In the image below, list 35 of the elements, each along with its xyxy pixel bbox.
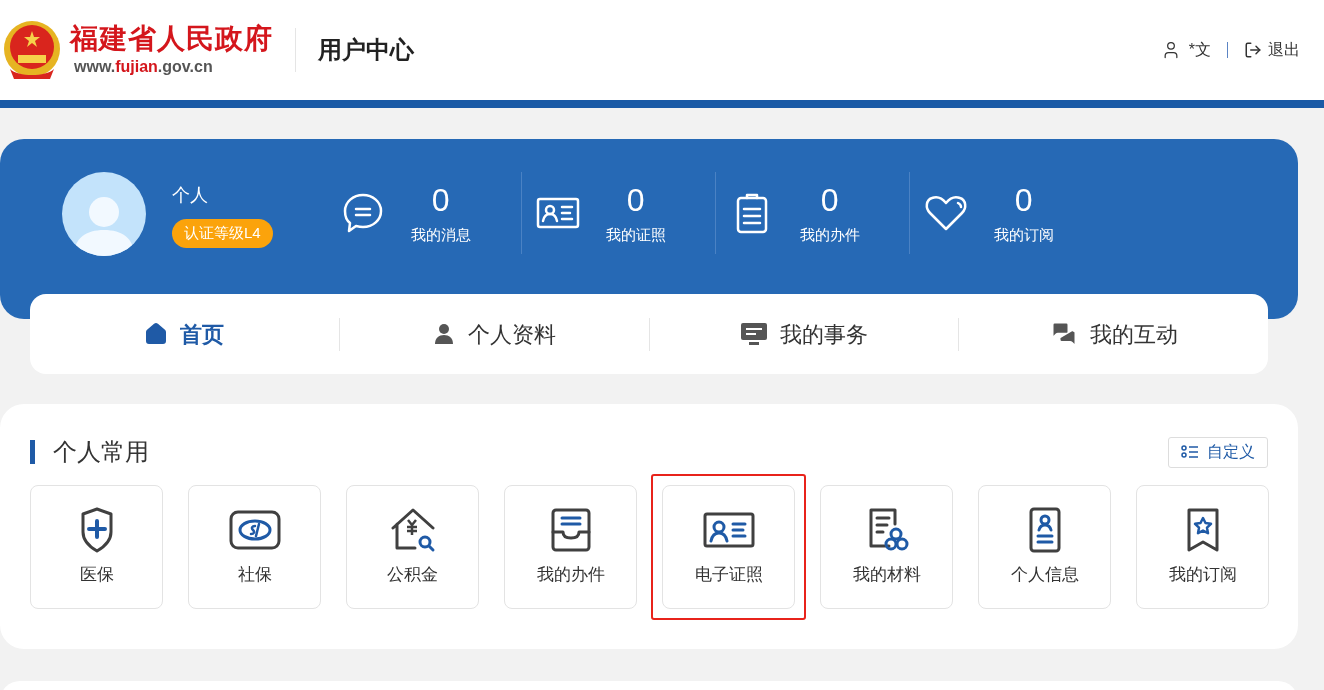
service-tile[interactable]: 公积金 xyxy=(346,485,479,609)
logout-icon xyxy=(1244,41,1262,59)
service-tile[interactable]: 医保 xyxy=(30,485,163,609)
nav-tab[interactable]: 我的互动 xyxy=(1049,317,1178,351)
account-type: 个人 xyxy=(172,184,208,207)
stat-count[interactable]: 0 xyxy=(1014,179,1033,220)
site-url: www.fujian.gov.cn xyxy=(74,57,214,77)
nav-tab[interactable]: 首页 xyxy=(144,317,225,351)
stat-label[interactable]: 我的消息 xyxy=(410,223,471,247)
section-title: 用户中心 xyxy=(318,35,414,65)
nav-tab[interactable]: 个人资料 xyxy=(432,317,557,351)
stat-label[interactable]: 我的证照 xyxy=(605,223,666,247)
certification-level-badge: 认证等级L4 xyxy=(172,219,273,248)
heading-accent-bar xyxy=(30,440,35,464)
monitor-icon xyxy=(739,322,768,346)
service-tile[interactable]: 社保 xyxy=(188,485,321,609)
emblem-icon xyxy=(2,19,62,81)
service-tile[interactable]: 我的材料 xyxy=(820,485,953,609)
customize-button[interactable]: 自定义 xyxy=(1168,436,1268,468)
stat-count[interactable]: 0 xyxy=(431,179,450,220)
service-tile[interactable]: 电子证照 xyxy=(662,485,795,609)
service-tile[interactable]: 我的订阅 xyxy=(1136,485,1269,609)
section-heading: 个人常用 xyxy=(53,437,149,467)
user-account-button[interactable]: *文 xyxy=(1160,38,1211,62)
list-settings-icon xyxy=(1181,445,1199,459)
stat-count[interactable]: 0 xyxy=(820,179,839,220)
logout-button[interactable]: 退出 xyxy=(1244,38,1300,62)
stat-label[interactable]: 我的办件 xyxy=(799,223,860,247)
site-name: 福建省人民政府 xyxy=(70,22,273,56)
service-tile[interactable]: 个人信息 xyxy=(978,485,1111,609)
stat-count[interactable]: 0 xyxy=(626,179,645,220)
home-icon xyxy=(144,322,169,346)
stat-label[interactable]: 我的订阅 xyxy=(993,223,1054,247)
service-tile[interactable]: 我的办件 xyxy=(504,485,637,609)
nav-tab[interactable]: 我的事务 xyxy=(739,317,868,351)
